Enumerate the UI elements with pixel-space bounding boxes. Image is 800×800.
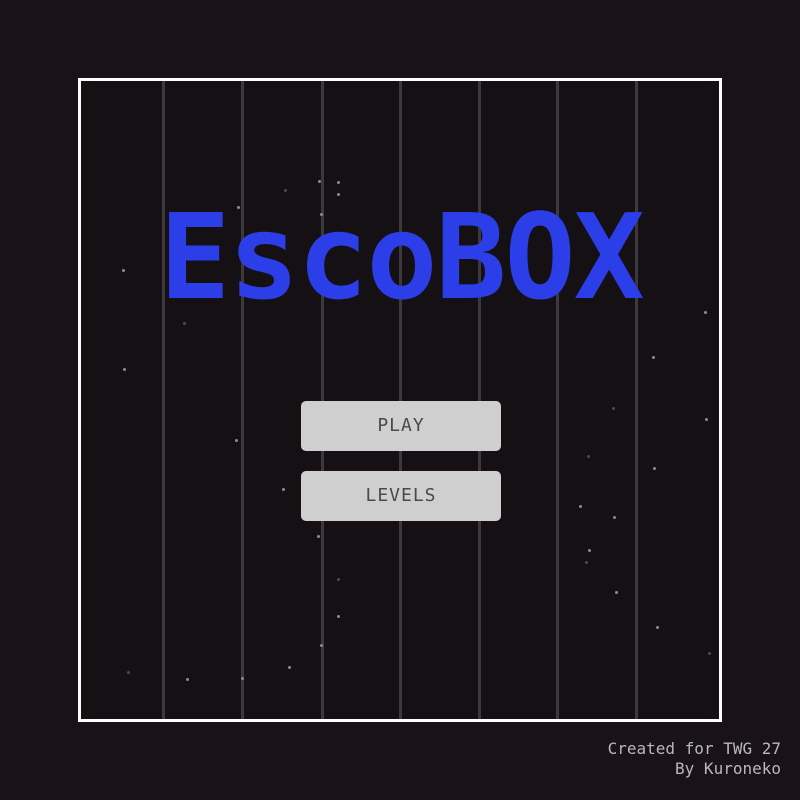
- background-bar: [241, 81, 244, 719]
- star-particle: [615, 591, 618, 594]
- game-play-area: EscoBOX PLAY LEVELS: [78, 78, 722, 722]
- star-particle: [585, 561, 588, 564]
- star-particle: [579, 505, 582, 508]
- star-particle: [127, 671, 130, 674]
- background-bar: [321, 81, 324, 719]
- star-particle: [704, 311, 707, 314]
- star-particle: [652, 356, 655, 359]
- star-particle: [288, 666, 291, 669]
- star-particle: [708, 652, 711, 655]
- star-particle: [337, 578, 340, 581]
- star-particle: [123, 368, 126, 371]
- star-particle: [337, 181, 340, 184]
- star-particle: [235, 439, 238, 442]
- credits: Created for TWG 27 By Kuroneko: [608, 739, 781, 779]
- star-particle: [317, 535, 320, 538]
- star-particle: [318, 180, 321, 183]
- background-bar: [162, 81, 165, 719]
- star-particle: [613, 516, 616, 519]
- background-bar: [635, 81, 638, 719]
- star-particle: [320, 644, 323, 647]
- star-particle: [587, 455, 590, 458]
- star-particle: [282, 488, 285, 491]
- play-button[interactable]: PLAY: [301, 401, 501, 451]
- game-screen: EscoBOX PLAY LEVELS Created for TWG 27 B…: [0, 0, 800, 800]
- levels-button[interactable]: LEVELS: [301, 471, 501, 521]
- background-bar: [399, 81, 402, 719]
- star-particle: [656, 626, 659, 629]
- star-particle: [653, 467, 656, 470]
- game-title: EscoBOX: [159, 188, 644, 326]
- star-particle: [612, 407, 615, 410]
- star-particle: [186, 678, 189, 681]
- credits-line-event: Created for TWG 27: [607, 739, 781, 758]
- star-particle: [337, 615, 340, 618]
- star-particle: [705, 418, 708, 421]
- star-particle: [588, 549, 591, 552]
- star-particle: [241, 677, 244, 680]
- background-bar: [556, 81, 559, 719]
- background-bar: [478, 81, 481, 719]
- credits-line-author: By Kuroneko: [675, 759, 781, 778]
